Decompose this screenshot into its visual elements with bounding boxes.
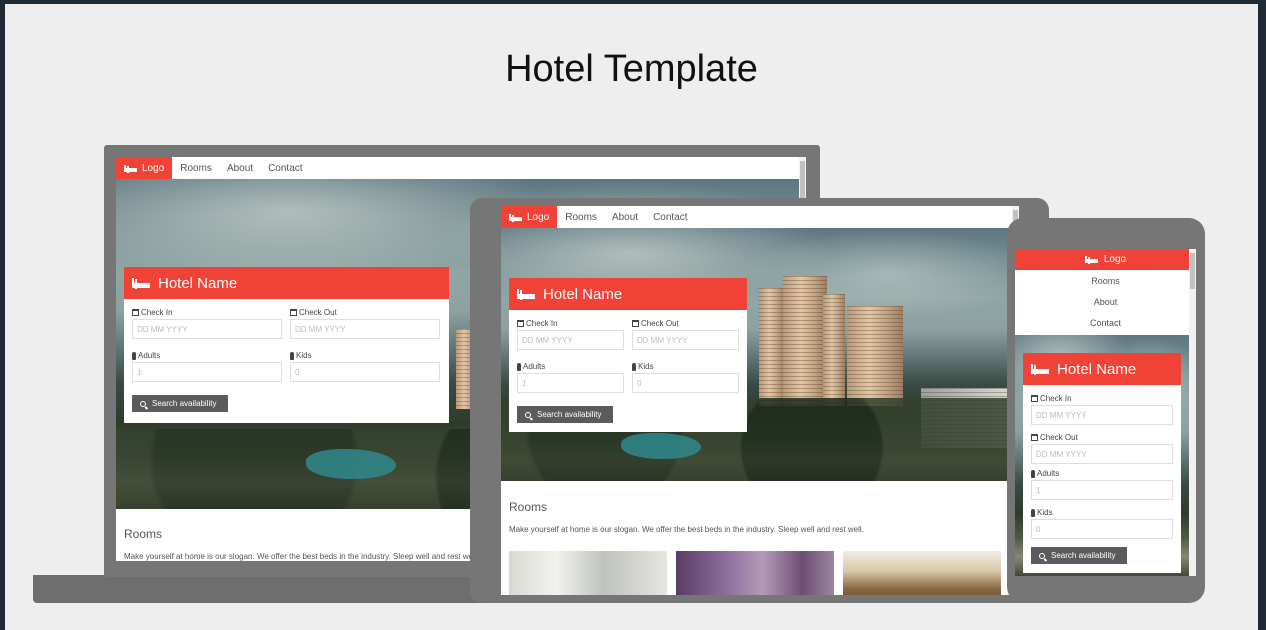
slogan-text: Make yourself at home is our slogan. We …	[124, 552, 479, 561]
calendar-icon	[132, 309, 139, 316]
phone-screen: Logo Rooms About Contact Hotel Name Chec…	[1015, 249, 1196, 576]
check-in-label: Check In	[1031, 394, 1072, 403]
logo-link[interactable]: Logo	[501, 206, 558, 228]
nav-rooms[interactable]: Rooms	[565, 212, 597, 223]
logo-label: Logo	[527, 211, 550, 223]
logo-link[interactable]: Logo	[1015, 249, 1196, 270]
tablet-screen: Logo Rooms About Contact Hotel Name Chec…	[501, 206, 1019, 595]
bed-icon	[509, 213, 522, 221]
check-in-input[interactable]: DD MM YYYY	[1031, 405, 1173, 425]
nav-about[interactable]: About	[1015, 297, 1196, 313]
check-out-label: Check Out	[290, 308, 337, 317]
adults-input[interactable]: 1	[132, 362, 282, 382]
adults-label: Adults	[1031, 469, 1059, 478]
kids-label: Kids	[290, 351, 312, 360]
check-in-input[interactable]: DD MM YYYY	[132, 319, 282, 339]
logo-label: Logo	[1103, 254, 1127, 265]
nav-about[interactable]: About	[612, 212, 638, 223]
kids-label: Kids	[632, 362, 654, 371]
logo-link[interactable]: Logo	[116, 157, 173, 179]
room-photo-2	[676, 551, 834, 595]
kids-input[interactable]: 0	[1031, 519, 1173, 539]
page-title: Hotel Template	[505, 48, 758, 90]
check-out-input[interactable]: DD MM YYYY	[632, 330, 739, 350]
check-in-label: Check In	[517, 319, 558, 328]
calendar-icon	[632, 320, 639, 327]
hotel-name: Hotel Name	[1057, 360, 1137, 378]
female-icon	[1031, 469, 1035, 478]
search-availability-button[interactable]: Search availability	[132, 395, 228, 412]
showcase-page: Hotel Template Logo Rooms About Contact …	[5, 4, 1258, 630]
search-availability-button[interactable]: Search availability	[1031, 547, 1127, 564]
bed-icon	[1031, 364, 1049, 374]
phone-scrollbar[interactable]	[1189, 249, 1196, 576]
check-in-label: Check In	[132, 308, 173, 317]
search-icon	[1039, 552, 1045, 559]
adults-input[interactable]: 1	[1031, 480, 1173, 500]
nav-rooms[interactable]: Rooms	[180, 163, 212, 174]
check-out-input[interactable]: DD MM YYYY	[290, 319, 440, 339]
booking-card: Hotel Name Check In DD MM YYYY Check Out…	[1023, 353, 1181, 573]
calendar-icon	[1031, 395, 1038, 402]
adults-label: Adults	[517, 362, 545, 371]
calendar-icon	[517, 320, 524, 327]
search-icon	[140, 400, 146, 407]
kids-input[interactable]: 0	[632, 373, 739, 393]
male-icon	[1031, 508, 1035, 517]
search-availability-button[interactable]: Search availability	[517, 406, 613, 423]
tablet-navbar: Logo Rooms About Contact	[501, 206, 1019, 228]
check-out-label: Check Out	[1031, 433, 1078, 442]
nav-about[interactable]: About	[227, 163, 253, 174]
adults-label: Adults	[132, 351, 160, 360]
slogan-text: Make yourself at home is our slogan. We …	[509, 525, 864, 534]
booking-card: Hotel Name Check In DD MM YYYY Check Out…	[509, 278, 747, 432]
logo-label: Logo	[142, 162, 165, 174]
nav-contact[interactable]: Contact	[268, 163, 302, 174]
female-icon	[132, 351, 136, 360]
kids-label: Kids	[1031, 508, 1053, 517]
room-photo-3	[843, 551, 1001, 595]
check-out-input[interactable]: DD MM YYYY	[1031, 444, 1173, 464]
adults-input[interactable]: 1	[517, 373, 624, 393]
booking-card: Hotel Name Check In DD MM YYYY Check Out…	[124, 267, 449, 423]
calendar-icon	[1031, 434, 1038, 441]
nav-contact[interactable]: Contact	[1015, 318, 1196, 334]
male-icon	[290, 351, 294, 360]
laptop-navbar: Logo Rooms About Contact	[116, 157, 806, 179]
calendar-icon	[290, 309, 297, 316]
booking-card-header: Hotel Name	[1023, 353, 1181, 385]
check-in-input[interactable]: DD MM YYYY	[517, 330, 624, 350]
kids-input[interactable]: 0	[290, 362, 440, 382]
rooms-heading: Rooms	[509, 500, 548, 514]
female-icon	[517, 362, 521, 371]
hotel-name: Hotel Name	[543, 285, 623, 303]
booking-card-header: Hotel Name	[509, 278, 747, 310]
male-icon	[632, 362, 636, 371]
laptop-base	[33, 575, 488, 603]
nav-rooms[interactable]: Rooms	[1015, 276, 1196, 292]
search-icon	[525, 411, 531, 418]
bed-icon	[1084, 256, 1098, 263]
bed-icon	[124, 164, 137, 172]
bed-icon	[517, 289, 535, 299]
bed-icon	[132, 278, 150, 288]
phone-navbar: Logo Rooms About Contact	[1015, 249, 1196, 335]
booking-card-header: Hotel Name	[124, 267, 449, 299]
room-photo-1	[509, 551, 667, 595]
check-out-label: Check Out	[632, 319, 679, 328]
nav-contact[interactable]: Contact	[653, 212, 687, 223]
rooms-heading: Rooms	[124, 527, 163, 541]
hotel-name: Hotel Name	[158, 274, 238, 292]
